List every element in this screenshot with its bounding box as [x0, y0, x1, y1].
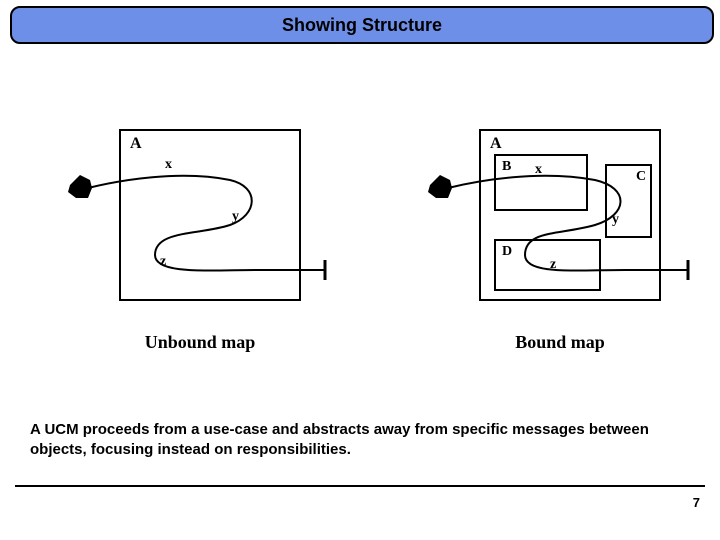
box-a-icon [120, 130, 300, 300]
start-node-icon [428, 175, 452, 198]
slide-title: Showing Structure [282, 15, 442, 36]
start-node-icon [68, 175, 92, 198]
point-y-label: y [232, 209, 239, 224]
body-text: A UCM proceeds from a use-case and abstr… [30, 420, 690, 461]
box-c-label: C [636, 169, 646, 184]
point-z-label: z [550, 257, 556, 272]
footer-rule [15, 485, 705, 487]
diagram-area: A x y z Unbound map A B [0, 120, 720, 390]
point-y-label: y [612, 212, 619, 227]
title-bar: Showing Structure [10, 6, 714, 44]
unbound-map-caption: Unbound map [40, 332, 360, 353]
box-a-label: A [490, 135, 502, 152]
bound-map-caption: Bound map [400, 332, 720, 353]
box-d-label: D [502, 244, 512, 259]
box-b-label: B [502, 159, 511, 174]
unbound-map-figure: A x y z Unbound map [40, 120, 360, 380]
bound-map-figure: A B C D x y z Bound ma [400, 120, 720, 380]
point-z-label: z [160, 254, 166, 269]
unbound-map-svg: A x y z [60, 120, 340, 320]
ucm-path-icon [88, 176, 325, 271]
bound-map-svg: A B C D x y z [420, 120, 700, 320]
box-a-label: A [130, 135, 142, 152]
page-number: 7 [693, 495, 700, 510]
point-x-label: x [535, 162, 542, 177]
point-x-label: x [165, 157, 172, 172]
slide: Showing Structure A x y z Unbound map [0, 0, 720, 540]
